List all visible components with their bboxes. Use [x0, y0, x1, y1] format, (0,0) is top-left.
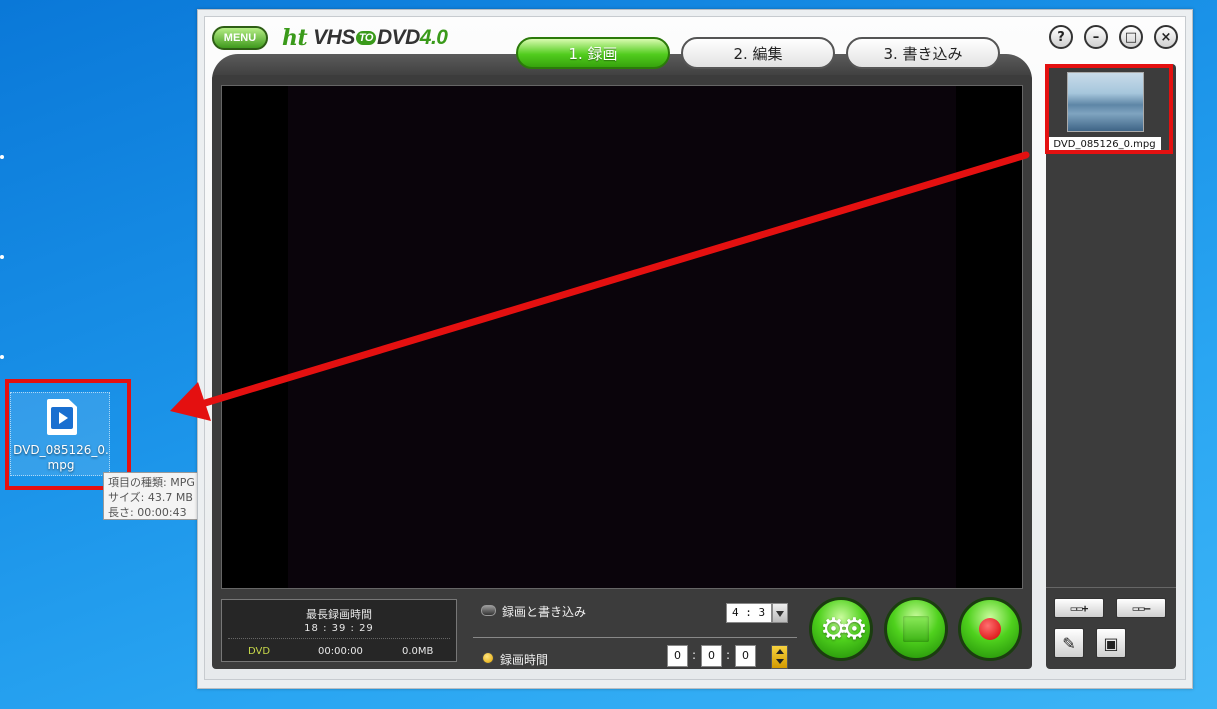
- annotation-arrow-shaft: [201, 151, 1030, 407]
- annotation-arrow-icon: [170, 151, 1030, 421]
